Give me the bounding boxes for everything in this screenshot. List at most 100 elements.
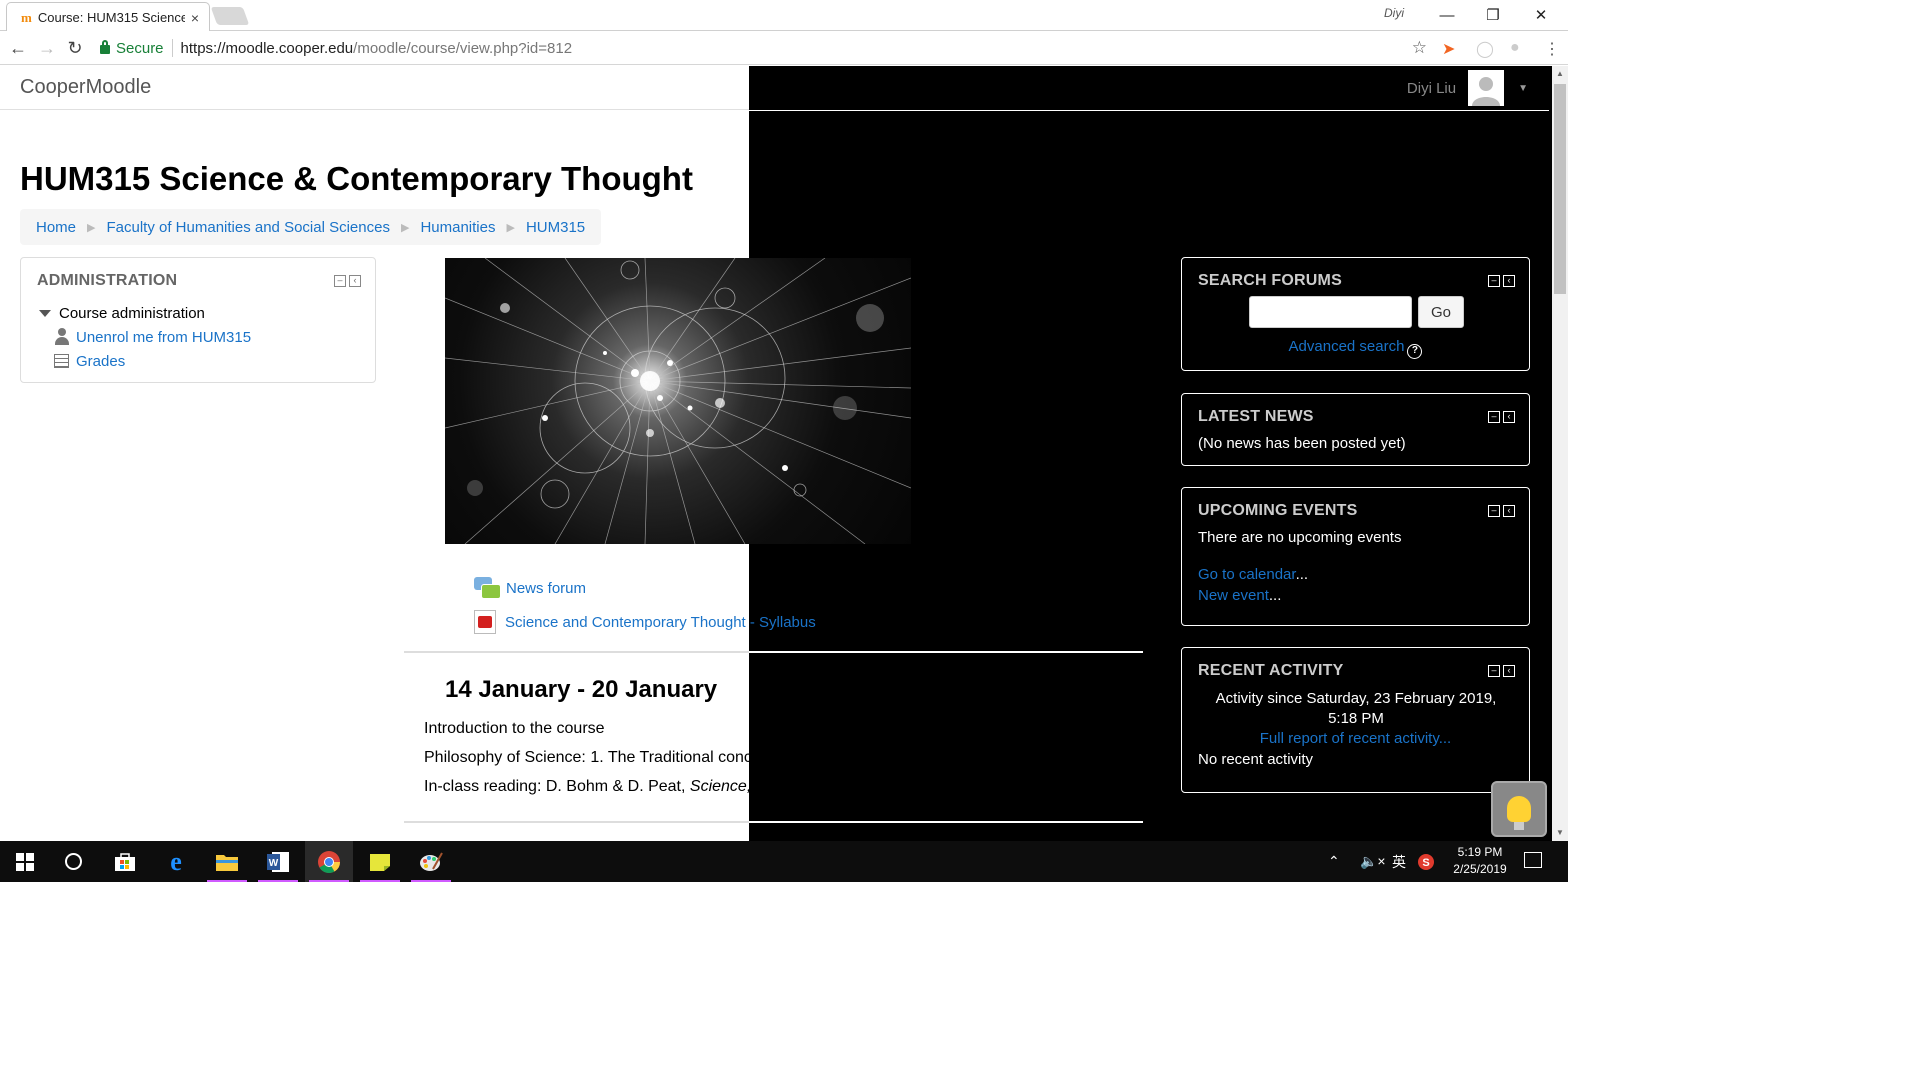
news-forum-link[interactable]: News forum [506,580,586,597]
forward-icon[interactable]: → [35,36,59,60]
breadcrumb-humanities[interactable]: Humanities [420,219,495,236]
word-button[interactable]: W [254,841,302,882]
dock-block-icon[interactable]: ‹ [1503,665,1515,677]
new-tab-button[interactable] [210,7,250,25]
collapse-block-icon[interactable]: – [1488,505,1500,517]
ime-indicator[interactable]: 英 [1392,841,1406,882]
volume-muted-icon[interactable]: 🔈× [1360,841,1386,882]
search-forums-input[interactable] [1249,296,1412,328]
collapse-block-icon[interactable]: – [1488,665,1500,677]
user-name[interactable]: Diyi Liu [1407,80,1456,97]
block-controls: – ‹ [1488,505,1515,517]
restore-icon[interactable]: ❐ [1470,2,1516,28]
scroll-up-icon[interactable]: ▲ [1556,69,1564,78]
profile-name[interactable]: Diyi [1384,6,1404,20]
syllabus-link[interactable]: Science and Contemporary Thought - Sylla… [505,614,816,631]
user-menu[interactable]: Diyi Liu ▼ [1407,66,1552,110]
collapse-block-icon[interactable]: – [1488,411,1500,423]
address-bar[interactable]: Secure https://moodle.cooper.edu /moodle… [93,34,1434,62]
browser-tab[interactable]: m Course: HUM315 Science × [6,2,210,32]
dock-block-icon[interactable]: ‹ [349,275,361,287]
section-divider [404,821,1143,823]
running-indicator [309,880,349,882]
action-center-icon[interactable] [1524,852,1542,868]
breadcrumb: Home ▶ Faculty of Humanities and Social … [20,209,602,245]
chevron-down-icon[interactable]: ▼ [1518,83,1528,94]
start-button[interactable] [1,841,49,882]
block-controls: – ‹ [1488,411,1515,423]
grades-item[interactable]: Grades [39,349,251,373]
running-indicator [411,880,451,882]
course-administration-node[interactable]: Course administration [39,301,251,325]
unenrol-item[interactable]: Unenrol me from HUM315 [39,325,251,349]
site-navbar: CooperMoodle [0,66,749,110]
clock-time: 5:19 PM [1457,845,1503,859]
collapse-block-icon[interactable]: – [334,275,346,287]
particle-burst-illustration [445,258,911,544]
breadcrumb-course[interactable]: HUM315 [526,219,585,236]
svg-text:S: S [1422,857,1429,869]
close-icon[interactable]: ✕ [1518,2,1564,28]
breadcrumb-home[interactable]: Home [36,219,76,236]
address-separator [171,39,173,57]
full-report-link[interactable]: Full report of recent activity... [1260,730,1451,747]
browser-toolbar: ← → ↻ Secure https://moodle.cooper.edu /… [0,31,1568,65]
page-scrollbar[interactable]: ▲ ▼ [1552,66,1568,841]
new-event-link[interactable]: New event [1198,587,1269,604]
avatar[interactable] [1468,70,1505,106]
paint-palette-icon [420,852,443,871]
administration-block: ADMINISTRATION – ‹ Course administration… [20,257,376,383]
system-clock[interactable]: 5:19 PM 2/25/2019 [1446,844,1514,878]
dock-block-icon[interactable]: ‹ [1503,275,1515,287]
url-host: https://moodle.cooper.edu [180,39,354,57]
cortana-button[interactable] [49,841,97,882]
sogou-tray-icon[interactable]: S [1418,841,1434,882]
svg-text:W: W [269,858,279,869]
minimize-icon[interactable]: — [1424,2,1470,28]
extension-orange-icon[interactable]: ➤ [1442,39,1455,59]
cortana-circle-icon [64,853,82,870]
breadcrumb-faculty[interactable]: Faculty of Humanities and Social Science… [106,219,389,236]
file-explorer-button[interactable] [203,841,251,882]
tab-title: Course: HUM315 Science [37,10,185,25]
paint-button[interactable] [407,841,455,882]
sticky-notes-button[interactable] [356,841,404,882]
news-forum-activity[interactable]: News forum [474,575,586,601]
dock-block-icon[interactable]: ‹ [1503,411,1515,423]
store-button[interactable] [101,841,149,882]
section-divider [404,651,1143,653]
recent-activity-since: Activity since Saturday, 23 February 201… [1215,690,1497,727]
chrome-button[interactable] [305,841,353,882]
breadcrumb-arrow-icon: ▶ [87,221,96,234]
unenrol-link[interactable]: Unenrol me from HUM315 [76,329,251,346]
store-bag-icon [115,852,135,871]
menu-icon[interactable]: ⋮ [1544,39,1560,59]
dock-block-icon[interactable]: ‹ [1503,505,1515,517]
tab-close-icon[interactable]: × [191,10,199,26]
grades-table-icon [54,354,69,368]
expand-triangle-icon[interactable] [39,309,51,317]
syllabus-activity[interactable]: Science and Contemporary Thought - Sylla… [474,609,816,635]
extension-bulb-icon[interactable]: ● [1510,39,1520,57]
scroll-down-icon[interactable]: ▼ [1556,828,1564,837]
help-icon[interactable]: ? [1407,344,1423,359]
back-icon[interactable]: ← [6,36,30,60]
advanced-search-link[interactable]: Advanced search [1289,338,1405,355]
grades-link[interactable]: Grades [76,353,125,370]
go-to-calendar-link[interactable]: Go to calendar [1198,566,1296,583]
collapse-block-icon[interactable]: – [1488,275,1500,287]
scrollbar-thumb[interactable] [1554,84,1566,294]
page-title: HUM315 Science & Contemporary Thought [20,160,693,197]
search-go-button[interactable]: Go [1418,296,1464,328]
show-hidden-icons[interactable]: ⌃ [1328,841,1340,882]
recent-activity-block: RECENT ACTIVITY – ‹ Activity since Satur… [1181,647,1530,793]
site-brand[interactable]: CooperMoodle [20,76,151,99]
lightbulb-widget[interactable] [1491,781,1547,837]
edge-button[interactable]: e [152,841,200,882]
advanced-search-row: Advanced search? [1182,338,1529,359]
sogou-s-icon: S [1418,853,1434,870]
latest-news-block: LATEST NEWS – ‹ (No news has been posted… [1181,393,1530,466]
extension-gray-icon[interactable]: ◯ [1476,39,1494,59]
reload-icon[interactable]: ↻ [63,36,87,60]
bookmark-star-icon[interactable]: ☆ [1412,38,1427,58]
